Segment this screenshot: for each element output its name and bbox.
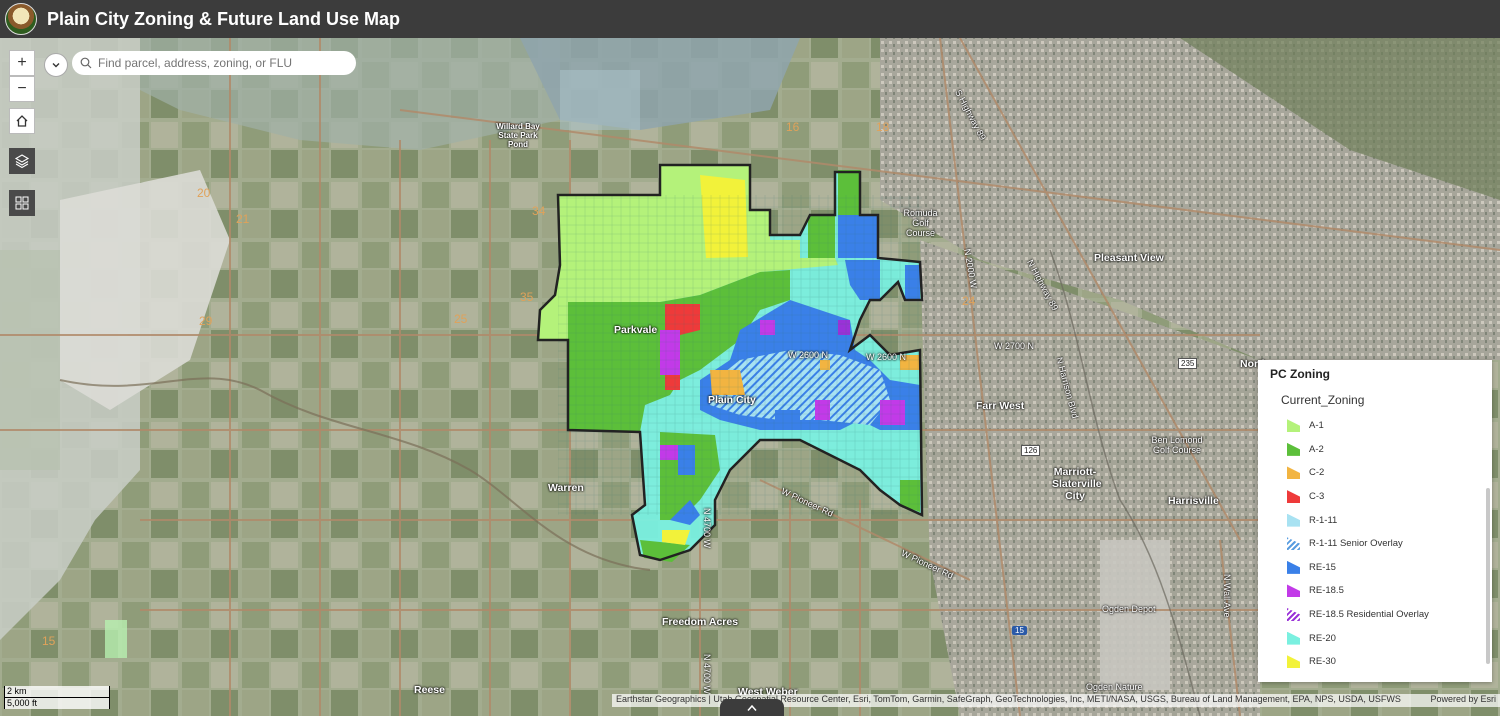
legend-item: A-2 bbox=[1287, 438, 1429, 462]
legend-swatch bbox=[1287, 513, 1300, 527]
legend-swatch bbox=[1287, 490, 1300, 504]
road-n4700w-a: N 4700 W bbox=[702, 508, 712, 549]
expand-panel-tab[interactable] bbox=[720, 699, 784, 716]
legend-item: RE-30 bbox=[1287, 650, 1429, 674]
road-w2700n: W 2700 N bbox=[994, 341, 1035, 351]
place-romuda: Romuda Golf Course bbox=[903, 208, 938, 238]
legend-scrollbar[interactable] bbox=[1486, 488, 1490, 664]
road-n-wall: N Wall Ave bbox=[1222, 574, 1232, 618]
place-plain-city: Plain City bbox=[708, 394, 756, 406]
place-pleasant-view: Pleasant View bbox=[1094, 252, 1164, 264]
scale-ft: 5,000 ft bbox=[4, 698, 110, 709]
legend-item: RE-18.5 Residential Overlay bbox=[1287, 603, 1429, 627]
place-ogden-depot: Ogden Depot bbox=[1102, 604, 1156, 614]
road-w2600n-a: W 2600 N bbox=[788, 350, 829, 360]
place-ogden-nature: Ogden Nature bbox=[1086, 682, 1143, 692]
legend-item: A-1 bbox=[1287, 414, 1429, 438]
section-number: 18 bbox=[876, 120, 890, 134]
scale-km: 2 km bbox=[4, 686, 110, 698]
section-number: 16 bbox=[786, 120, 800, 134]
legend-swatch bbox=[1287, 466, 1300, 480]
legend-item: R-1-11 Senior Overlay bbox=[1287, 532, 1429, 556]
place-warren: Warren bbox=[548, 482, 584, 494]
layers-icon bbox=[14, 154, 30, 169]
grid-icon bbox=[15, 196, 29, 210]
legend-swatch bbox=[1287, 419, 1300, 433]
section-number: 20 bbox=[197, 186, 211, 200]
place-marriott: Marriott-Slaterville City bbox=[1052, 466, 1102, 502]
legend-label: R-1-11 bbox=[1309, 514, 1338, 526]
road-shield-235: 235 bbox=[1178, 358, 1198, 369]
road-shield-i15: 15 bbox=[1012, 626, 1027, 635]
legend-item: C-3 bbox=[1287, 485, 1429, 509]
legend-label: A-1 bbox=[1309, 420, 1324, 432]
legend-swatch bbox=[1287, 537, 1300, 551]
legend-label: RE-20 bbox=[1309, 632, 1336, 644]
search-icon bbox=[80, 57, 92, 69]
legend-swatch bbox=[1287, 631, 1300, 645]
place-parkvale: Parkvale bbox=[614, 324, 658, 336]
section-number: 34 bbox=[532, 204, 546, 218]
legend-swatch bbox=[1287, 608, 1300, 622]
search-box[interactable] bbox=[72, 51, 356, 75]
legend-item: RE-20 bbox=[1287, 626, 1429, 650]
legend-field: Current_Zoning bbox=[1281, 393, 1365, 407]
home-button[interactable] bbox=[9, 108, 35, 134]
zoom-in-button[interactable]: + bbox=[9, 50, 35, 76]
road-shield-126: 126 bbox=[1021, 445, 1041, 456]
zoning-layer bbox=[536, 163, 924, 562]
legend-item: RE-18.5 bbox=[1287, 579, 1429, 603]
place-ben-lomond: Ben Lomond Golf Course bbox=[1151, 435, 1203, 455]
place-reese: Reese bbox=[414, 684, 445, 696]
legend-item: R-1-11 bbox=[1287, 508, 1429, 532]
home-icon bbox=[16, 115, 28, 127]
legend-label: RE-18.5 Residential Overlay bbox=[1309, 609, 1429, 621]
chevron-down-icon bbox=[52, 63, 60, 68]
legend-panel: PC Zoning Current_Zoning A-1 A-2 C-2 C-3… bbox=[1258, 360, 1492, 682]
legend-label: RE-30 bbox=[1309, 656, 1336, 668]
legend-title: PC Zoning bbox=[1270, 367, 1330, 381]
legend-label: R-1-11 Senior Overlay bbox=[1309, 538, 1403, 550]
legend-label: C-2 bbox=[1309, 467, 1325, 479]
section-number: 15 bbox=[42, 634, 56, 648]
chevron-up-icon bbox=[747, 704, 757, 711]
place-freedom-acres: Freedom Acres bbox=[662, 616, 739, 628]
section-number: 21 bbox=[236, 212, 250, 226]
section-number: 24 bbox=[962, 294, 976, 308]
legend-label: A-2 bbox=[1309, 443, 1324, 455]
legend-swatch bbox=[1287, 655, 1300, 669]
powered-by[interactable]: Powered by Esri bbox=[1430, 694, 1496, 707]
app-title: Plain City Zoning & Future Land Use Map bbox=[47, 8, 401, 29]
place-harrisville: Harrisville bbox=[1168, 495, 1219, 507]
section-number: 35 bbox=[520, 290, 534, 304]
place-willard-bay: Willard Bay State Park Pond bbox=[496, 122, 540, 149]
layers-button[interactable] bbox=[9, 148, 35, 174]
basemap-gallery-button[interactable] bbox=[9, 190, 35, 216]
section-number: 29 bbox=[199, 314, 213, 328]
search-input[interactable] bbox=[96, 55, 350, 71]
place-farr-west: Farr West bbox=[976, 400, 1025, 412]
scale-bar: 2 km 5,000 ft bbox=[4, 686, 110, 709]
legend-item: RE-15 bbox=[1287, 556, 1429, 580]
road-w2600n-b: W 2600 N bbox=[866, 352, 907, 362]
legend-swatch bbox=[1287, 442, 1300, 456]
legend-swatch bbox=[1287, 584, 1300, 598]
app-header: Plain City Zoning & Future Land Use Map bbox=[0, 0, 1500, 38]
legend-label: C-3 bbox=[1309, 491, 1325, 503]
legend-items: A-1 A-2 C-2 C-3 R-1-11 R-1-11 Senior Ove… bbox=[1287, 414, 1429, 674]
section-number: 25 bbox=[454, 312, 468, 326]
legend-label: RE-18.5 bbox=[1309, 585, 1344, 597]
zoom-out-button[interactable]: − bbox=[9, 76, 35, 102]
legend-swatch bbox=[1287, 560, 1300, 574]
legend-item: C-2 bbox=[1287, 461, 1429, 485]
app-logo bbox=[5, 3, 37, 35]
road-n4700w-b: N 4700 W bbox=[702, 654, 712, 695]
collapse-toolbar-button[interactable] bbox=[44, 53, 68, 77]
legend-label: RE-15 bbox=[1309, 561, 1336, 573]
map-view[interactable]: Willard Bay State Park Pond Romuda Golf … bbox=[0, 38, 1500, 716]
